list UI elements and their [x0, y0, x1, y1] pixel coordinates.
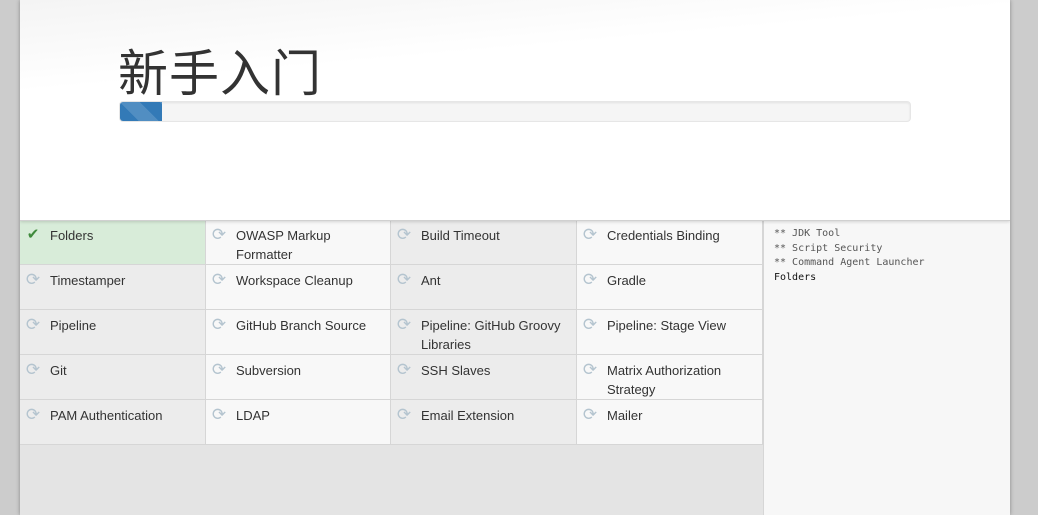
wizard-header: 新手入门	[20, 0, 1010, 221]
plugin-item: ⟳ GitHub Branch Source	[206, 310, 391, 355]
refresh-icon: ⟳	[396, 315, 412, 334]
plugin-label: Build Timeout	[421, 228, 500, 243]
plugin-item: ⟳ Pipeline	[20, 310, 206, 355]
plugin-item: ⟳ Ant	[391, 265, 577, 310]
plugin-item: ⟳ Workspace Cleanup	[206, 265, 391, 310]
plugin-label: Credentials Binding	[607, 228, 720, 243]
check-icon: ✔	[26, 226, 40, 243]
log-line: ** Script Security	[774, 242, 883, 254]
plugin-label: Mailer	[607, 408, 643, 423]
refresh-icon: ⟳	[211, 315, 227, 334]
plugin-label: Ant	[421, 273, 441, 288]
plugin-item: ⟳ Timestamper	[20, 265, 206, 310]
plugin-label: Git	[50, 363, 67, 378]
refresh-icon: ⟳	[582, 405, 598, 424]
refresh-icon: ⟳	[582, 315, 598, 334]
refresh-icon: ⟳	[211, 405, 227, 424]
refresh-icon: ⟳	[25, 360, 41, 379]
plugin-item: ⟳ Pipeline: GitHub Groovy Libraries	[391, 310, 577, 355]
refresh-icon: ⟳	[211, 225, 227, 244]
plugin-item: ⟳ Email Extension	[391, 400, 577, 445]
refresh-icon: ⟳	[211, 270, 227, 289]
refresh-icon: ⟳	[582, 270, 598, 289]
plugin-item: ⟳ Gradle	[577, 265, 763, 310]
plugin-label: OWASP Markup Formatter	[236, 228, 331, 262]
plugin-label: Pipeline: GitHub Groovy Libraries	[421, 318, 561, 352]
plugin-label: GitHub Branch Source	[236, 318, 367, 333]
plugin-item: ⟳ SSH Slaves	[391, 355, 577, 400]
plugin-label: Folders	[50, 228, 94, 243]
plugin-item: ⟳ Mailer	[577, 400, 763, 445]
refresh-icon: ⟳	[582, 225, 598, 244]
install-log: ** JDK Tool ** Script Security ** Command …	[763, 220, 1010, 515]
plugin-grid: ✔ Folders ⟳ OWASP Markup Formatter ⟳ Build Ti…	[20, 220, 763, 445]
plugin-label: Email Extension	[421, 408, 515, 423]
plugin-item: ⟳ OWASP Markup Formatter	[206, 220, 391, 265]
plugin-item: ⟳ PAM Authentication	[20, 400, 206, 445]
plugin-label: PAM Authentication	[50, 408, 163, 423]
log-line: ** JDK Tool	[774, 228, 841, 239]
plugin-item: ⟳ Matrix Authorization Strategy	[577, 355, 763, 400]
plugin-label: SSH Slaves	[421, 363, 491, 378]
plugin-label: Matrix Authorization Strategy	[607, 363, 722, 397]
plugin-label: Workspace Cleanup	[236, 273, 353, 288]
plugin-item: ⟳ Pipeline: Stage View	[577, 310, 763, 355]
plugin-item: ⟳ Build Timeout	[391, 220, 577, 265]
setup-wizard-dialog: 新手入门 ✔ Folders ⟳ OWASP Markup Formatter ⟳ Bui…	[20, 0, 1010, 515]
plugin-list: ✔ Folders ⟳ OWASP Markup Formatter ⟳ Build Ti…	[20, 220, 763, 515]
plugin-label: Timestamper	[50, 273, 126, 288]
log-line: Folders	[774, 271, 817, 283]
refresh-icon: ⟳	[396, 360, 412, 379]
refresh-icon: ⟳	[25, 405, 41, 424]
plugin-label: Gradle	[607, 273, 647, 288]
refresh-icon: ⟳	[25, 270, 41, 289]
plugin-label: Subversion	[236, 363, 302, 378]
plugin-label: LDAP	[236, 408, 270, 423]
log-line: ** Command Agent Launcher	[774, 257, 925, 268]
plugin-item: ⟳ Git	[20, 355, 206, 400]
install-progress-fill	[120, 102, 162, 121]
refresh-icon: ⟳	[396, 405, 412, 424]
plugin-item: ⟳ LDAP	[206, 400, 391, 445]
plugin-item: ⟳ Credentials Binding	[577, 220, 763, 265]
plugin-item: ⟳ Subversion	[206, 355, 391, 400]
refresh-icon: ⟳	[211, 360, 227, 379]
refresh-icon: ⟳	[25, 315, 41, 334]
plugin-label: Pipeline	[50, 318, 97, 333]
page-title: 新手入门	[118, 45, 322, 103]
plugin-label: Pipeline: Stage View	[607, 318, 727, 333]
refresh-icon: ⟳	[582, 360, 598, 379]
refresh-icon: ⟳	[396, 225, 412, 244]
install-progress-bar	[119, 101, 911, 122]
refresh-icon: ⟳	[396, 270, 412, 289]
plugin-item: ✔ Folders	[20, 220, 206, 265]
